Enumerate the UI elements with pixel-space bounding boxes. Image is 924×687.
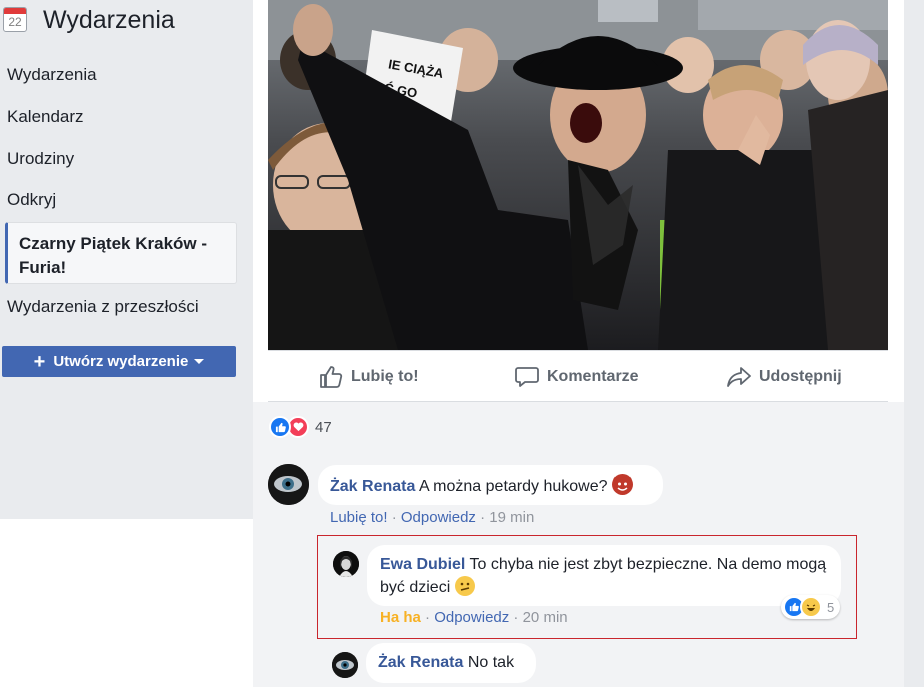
- sidebar-item-calendar[interactable]: Kalendarz: [7, 107, 84, 127]
- comment-reply-link[interactable]: Odpowiedz: [401, 509, 476, 526]
- comment-author[interactable]: Żak Renata: [330, 478, 415, 495]
- confused-emoji-icon: [454, 576, 475, 596]
- avatar[interactable]: [332, 652, 358, 678]
- share-label: Udostępnij: [759, 368, 842, 385]
- like-button[interactable]: Lubię to!: [319, 364, 419, 390]
- caret-down-icon: [194, 359, 205, 364]
- active-event-label: Czarny Piątek Kraków - Furia!: [19, 234, 208, 277]
- avatar[interactable]: [268, 464, 309, 505]
- photo-divider: [268, 350, 888, 351]
- share-icon: [727, 367, 751, 387]
- reply-reaction-count: 5: [827, 599, 835, 615]
- reply-reply-link[interactable]: Odpowiedz: [434, 609, 509, 626]
- reply-time[interactable]: 20 min: [523, 609, 568, 626]
- blank-panel: [0, 519, 258, 687]
- comment-author[interactable]: Żak Renata: [378, 654, 463, 671]
- thumbs-up-icon: [320, 366, 343, 388]
- haha-reaction-icon: [800, 596, 822, 618]
- reaction-count[interactable]: 47: [315, 419, 332, 436]
- comment-button[interactable]: Komentarze: [515, 364, 639, 390]
- comment-bubble: Żak Renata A można petardy hukowe?: [318, 465, 663, 505]
- comment-text: A można petardy hukowe?: [418, 478, 608, 495]
- post-photo[interactable]: IE CIĄŻA Ć GO !: [268, 0, 888, 350]
- left-sidebar: 22 Wydarzenia Wydarzenia Kalendarz Urodz…: [0, 0, 258, 687]
- comment-text: No tak: [467, 654, 515, 671]
- sidebar-item-active-event[interactable]: Czarny Piątek Kraków - Furia!: [5, 222, 237, 284]
- comment-time[interactable]: 19 min: [489, 509, 534, 526]
- post-reactions[interactable]: 47: [269, 416, 332, 438]
- sidebar-title[interactable]: Wydarzenia: [43, 6, 175, 35]
- reply-bubble: Ewa Dubiel To chyba nie jest zbyt bezpie…: [367, 545, 841, 606]
- sidebar-item-past-events[interactable]: Wydarzenia z przeszłości: [7, 297, 199, 317]
- reply-reaction-link[interactable]: Ha ha: [380, 609, 421, 626]
- create-event-button[interactable]: + Utwórz wydarzenie: [2, 346, 236, 377]
- calendar-icon-number: 22: [8, 15, 22, 29]
- reply-meta: Ha ha · Odpowiedz · 20 min: [380, 609, 568, 626]
- like-reaction-icon: [269, 416, 291, 438]
- comment-bubble: Żak Renata No tak: [366, 643, 536, 683]
- reply-reactions[interactable]: 5: [781, 595, 841, 619]
- create-event-label: Utwórz wydarzenie: [53, 353, 189, 370]
- share-button[interactable]: Udostępnij: [727, 364, 842, 390]
- devil-emoji-icon: [611, 474, 633, 495]
- calendar-icon: 22: [3, 7, 27, 32]
- sidebar-item-events[interactable]: Wydarzenia: [7, 65, 97, 85]
- comment-meta: Lubię to! · Odpowiedz · 19 min: [330, 509, 535, 526]
- plus-icon: +: [33, 350, 46, 373]
- protest-photo-illustration: IE CIĄŻA Ć GO !: [268, 0, 888, 350]
- sidebar-item-discover[interactable]: Odkryj: [7, 190, 56, 210]
- avatar[interactable]: [333, 551, 359, 577]
- reply-author[interactable]: Ewa Dubiel: [380, 556, 465, 573]
- comment-icon: [515, 367, 539, 387]
- like-label: Lubię to!: [351, 368, 419, 385]
- right-gutter: [904, 0, 924, 687]
- sidebar-item-birthdays[interactable]: Urodziny: [7, 149, 74, 169]
- comment-like-link[interactable]: Lubię to!: [330, 509, 388, 526]
- comment-label: Komentarze: [547, 368, 639, 385]
